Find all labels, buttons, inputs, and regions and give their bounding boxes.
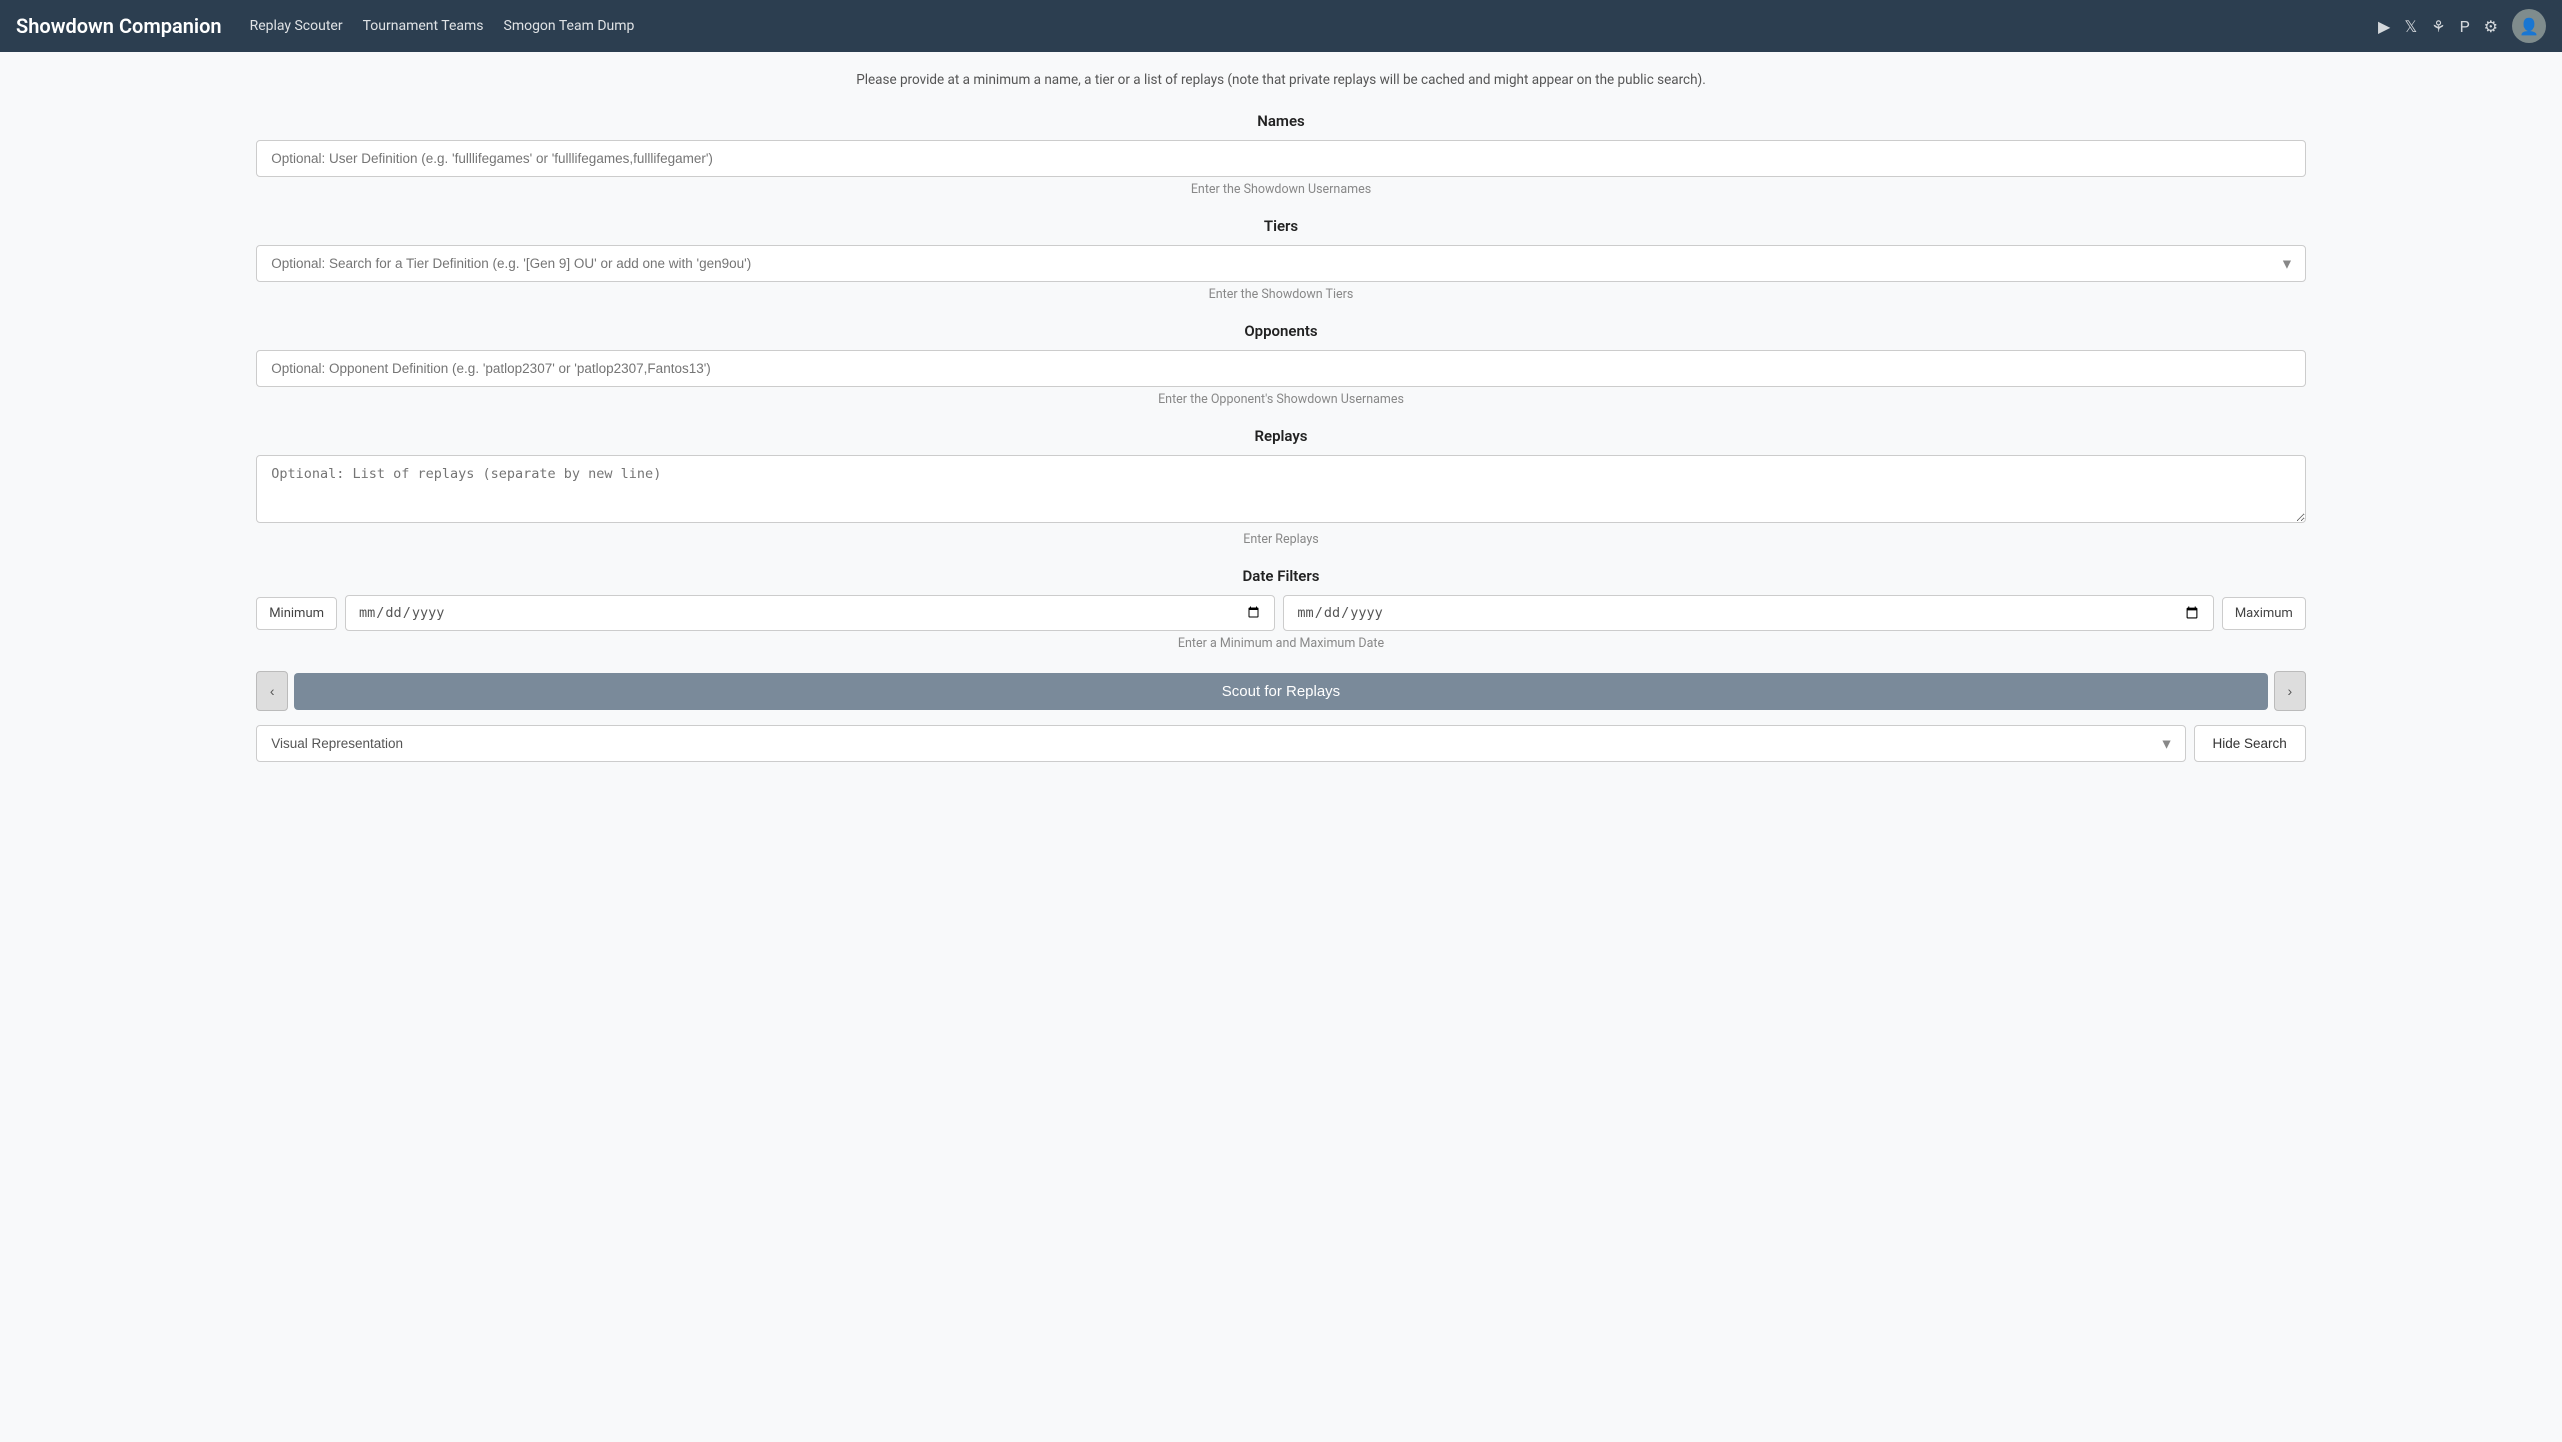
date-filters-section: Date Filters Minimum Maximum Enter a Min… [256, 567, 2306, 651]
navbar-icons: ▶ 𝕏 ⚘ P ⚙ 👤 [2378, 9, 2546, 43]
main-content: Please provide at a minimum a name, a ti… [0, 52, 2562, 782]
opponents-input[interactable] [256, 350, 2306, 387]
avatar[interactable]: 👤 [2512, 9, 2546, 43]
replays-label: Enter Replays [256, 532, 2306, 547]
scout-button[interactable]: Scout for Replays [294, 673, 2268, 710]
tiers-wrapper: ▼ [256, 245, 2306, 282]
date-range-label: Enter a Minimum and Maximum Date [256, 636, 2306, 651]
opponents-section: Opponents Enter the Opponent's Showdown … [256, 322, 2306, 407]
visual-select-wrapper: Visual Representation Pie Chart Bar Char… [256, 725, 2185, 762]
replays-section: Replays Enter Replays [256, 427, 2306, 547]
tiers-input[interactable] [256, 245, 2306, 282]
tiers-label: Enter the Showdown Tiers [256, 287, 2306, 302]
tiers-section: Tiers ▼ Enter the Showdown Tiers [256, 217, 2306, 302]
nav-tournament-teams[interactable]: Tournament Teams [363, 14, 484, 38]
date-row: Minimum Maximum [256, 595, 2306, 631]
scout-row: ‹ Scout for Replays › [256, 671, 2306, 711]
patreon-icon[interactable]: P [2460, 17, 2470, 36]
app-brand[interactable]: Showdown Companion [16, 14, 222, 38]
youtube-icon[interactable]: ▶ [2378, 17, 2390, 36]
navbar: Showdown Companion Replay Scouter Tourna… [0, 0, 2562, 52]
nav-replay-scouter[interactable]: Replay Scouter [250, 14, 343, 38]
nav-smogon-team-dump[interactable]: Smogon Team Dump [504, 14, 635, 38]
names-title: Names [256, 112, 2306, 130]
minimum-label: Minimum [256, 597, 337, 630]
github-icon[interactable]: ⚘ [2431, 17, 2445, 36]
names-label: Enter the Showdown Usernames [256, 182, 2306, 197]
hide-search-button[interactable]: Hide Search [2194, 725, 2306, 762]
vis-row: Visual Representation Pie Chart Bar Char… [256, 725, 2306, 762]
replays-title: Replays [256, 427, 2306, 445]
visual-select[interactable]: Visual Representation Pie Chart Bar Char… [256, 725, 2185, 762]
min-date-input[interactable] [345, 595, 1275, 631]
next-button[interactable]: › [2274, 671, 2306, 711]
nav-links: Replay Scouter Tournament Teams Smogon T… [250, 14, 2378, 38]
date-filters-title: Date Filters [256, 567, 2306, 585]
tiers-title: Tiers [256, 217, 2306, 235]
max-date-input[interactable] [1283, 595, 2213, 631]
prev-button[interactable]: ‹ [256, 671, 288, 711]
names-input[interactable] [256, 140, 2306, 177]
opponents-label: Enter the Opponent's Showdown Usernames [256, 392, 2306, 407]
settings-icon[interactable]: ⚙ [2484, 17, 2498, 36]
replays-textarea[interactable] [256, 455, 2306, 523]
opponents-title: Opponents [256, 322, 2306, 340]
twitter-icon[interactable]: 𝕏 [2404, 17, 2417, 36]
maximum-label: Maximum [2222, 597, 2306, 630]
notice-text: Please provide at a minimum a name, a ti… [256, 72, 2306, 88]
names-section: Names Enter the Showdown Usernames [256, 112, 2306, 197]
